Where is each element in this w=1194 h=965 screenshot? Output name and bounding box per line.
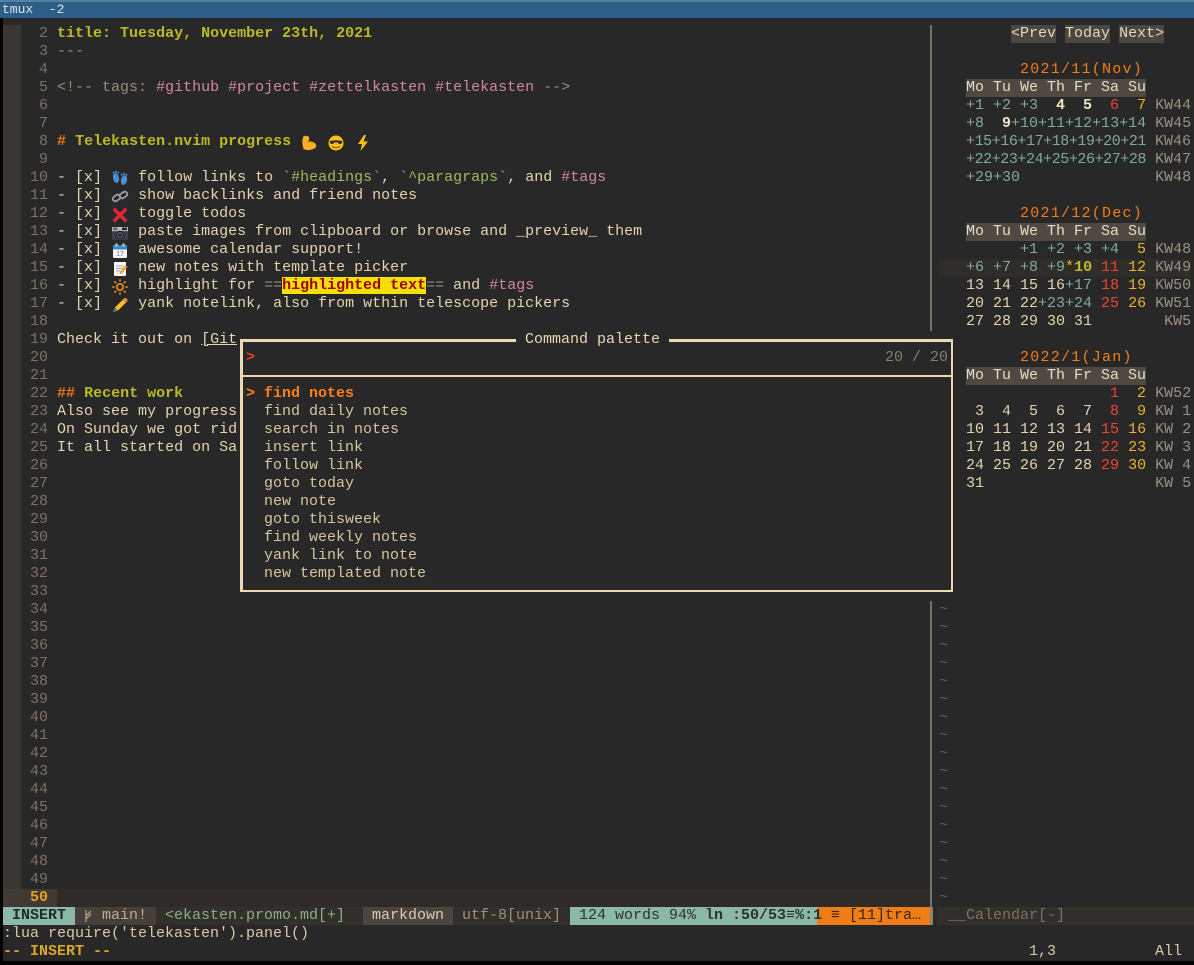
svg-text:17: 17 — [116, 251, 124, 258]
